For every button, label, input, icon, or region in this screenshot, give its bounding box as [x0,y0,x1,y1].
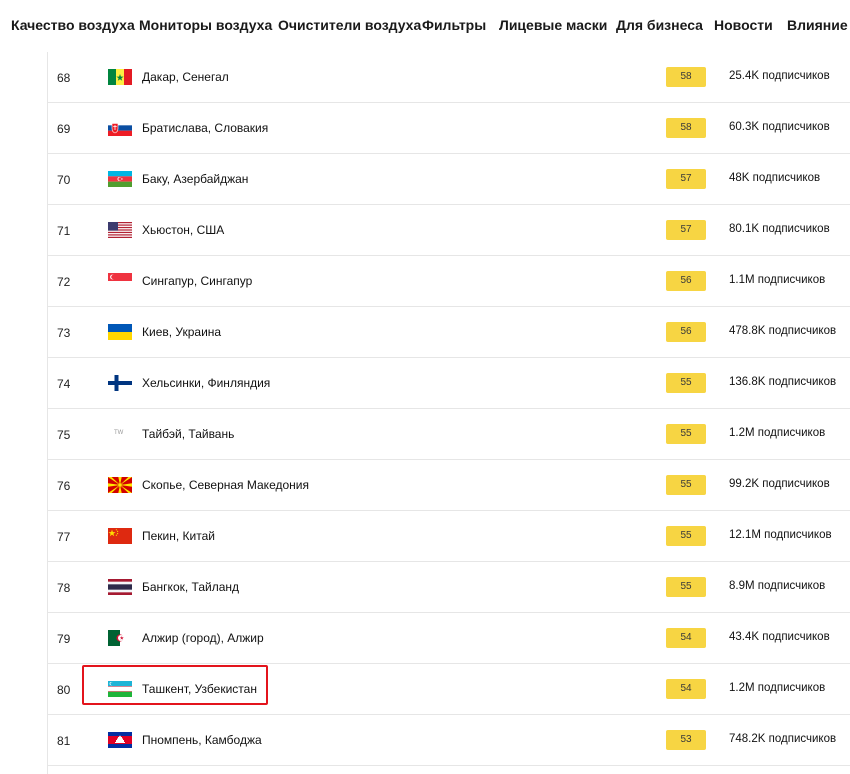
city-name[interactable]: Киев, Украина [142,325,221,339]
top-navigation: Качество воздуха Мониторы воздуха Очисти… [0,0,850,52]
city-name[interactable]: Тайбэй, Тайвань [142,427,234,441]
followers-count: 12.1M подписчиков [729,529,832,541]
table-row[interactable]: 68 Дакар, Сенегал 58 25.4K подписчиков [48,52,850,103]
rank-number: 81 [57,734,71,748]
followers-count: 1.1M подписчиков [729,274,826,286]
table-row[interactable]: 80 Ташкент, Узбекистан 54 1.2M подписчик… [48,664,850,715]
rank-number: 78 [57,581,71,595]
city-name[interactable]: Бангкок, Тайланд [142,580,239,594]
uzbekistan-flag-icon [108,681,132,697]
aqi-badge: 54 [666,679,706,699]
city-name[interactable]: Скопье, Северная Македония [142,478,309,492]
followers-count: 478.8K подписчиков [729,325,837,337]
north-macedonia-flag-icon [108,477,132,493]
cambodia-flag-icon [108,732,132,748]
followers-count: 43.4K подписчиков [729,631,830,643]
rank-number: 68 [57,71,71,85]
table-row[interactable]: 71 Хьюстон, США 57 80.1K подписчиков [48,205,850,256]
followers-count: 8.9M подписчиков [729,580,826,592]
city-name[interactable]: Братислава, Словакия [142,121,268,135]
followers-count: 99.2K подписчиков [729,478,830,490]
table-row[interactable]: 72 Сингапур, Сингапур 56 1.1M подписчико… [48,256,850,307]
table-row[interactable]: 79 Алжир (город), Алжир 54 43.4K подписч… [48,613,850,664]
table-row[interactable]: 73 Киев, Украина 56 478.8K подписчиков [48,307,850,358]
slovakia-flag-icon [108,120,132,136]
table-row[interactable]: 76 Скопье, Северная Македония 55 99.2K п… [48,460,850,511]
followers-count: 1.2M подписчиков [729,427,826,439]
rank-number: 73 [57,326,71,340]
senegal-flag-icon [108,69,132,85]
rank-number: 71 [57,224,71,238]
city-name[interactable]: Пекин, Китай [142,529,215,543]
aqi-badge: 55 [666,373,706,393]
rank-number: 80 [57,683,71,697]
aqi-badge: 55 [666,424,706,444]
nav-news[interactable]: Новости [714,17,773,33]
table-row[interactable]: 74 Хельсинки, Финляндия 55 136.8K подпис… [48,358,850,409]
aqi-badge: 55 [666,475,706,495]
followers-count: 25.4K подписчиков [729,70,830,82]
usa-flag-icon [108,222,132,238]
nav-for-business[interactable]: Для бизнеса [616,17,703,33]
nav-filters[interactable]: Фильтры [422,17,486,33]
followers-count: 48K подписчиков [729,172,821,184]
city-ranking-list: 68 Дакар, Сенегал 58 25.4K подписчиков 6… [47,52,850,774]
singapore-flag-icon [108,273,132,289]
city-name[interactable]: Баку, Азербайджан [142,172,248,186]
rank-number: 77 [57,530,71,544]
city-name[interactable]: Ташкент, Узбекистан [142,682,257,696]
table-row[interactable]: 75 TW Тайбэй, Тайвань 55 1.2M подписчико… [48,409,850,460]
rank-number: 79 [57,632,71,646]
rank-number: 76 [57,479,71,493]
aqi-badge: 56 [666,322,706,342]
rank-number: 70 [57,173,71,187]
followers-count: 80.1K подписчиков [729,223,830,235]
table-row[interactable]: 70 Баку, Азербайджан 57 48K подписчиков [48,154,850,205]
rank-number: 75 [57,428,71,442]
azerbaijan-flag-icon [108,171,132,187]
city-name[interactable]: Алжир (город), Алжир [142,631,264,645]
aqi-badge: 55 [666,526,706,546]
aqi-badge: 58 [666,118,706,138]
aqi-badge: 57 [666,169,706,189]
thailand-flag-icon [108,579,132,595]
city-name[interactable]: Хьюстон, США [142,223,224,237]
aqi-badge: 57 [666,220,706,240]
city-name[interactable]: Пномпень, Камбоджа [142,733,262,747]
finland-flag-icon [108,375,132,391]
aqi-badge: 58 [666,67,706,87]
ukraine-flag-icon [108,324,132,340]
nav-air-quality[interactable]: Качество воздуха [11,17,135,33]
nav-impact[interactable]: Влияние [787,17,848,33]
aqi-badge: 56 [666,271,706,291]
nav-face-masks[interactable]: Лицевые маски [499,17,607,33]
city-name[interactable]: Сингапур, Сингапур [142,274,252,288]
followers-count: 136.8K подписчиков [729,376,837,388]
aqi-badge: 53 [666,730,706,750]
rank-number: 72 [57,275,71,289]
city-name[interactable]: Дакар, Сенегал [142,70,229,84]
followers-count: 1.2M подписчиков [729,682,826,694]
taiwan-flag-icon: TW [108,426,132,442]
flag-placeholder-text: TW [114,430,124,436]
city-name[interactable]: Хельсинки, Финляндия [142,376,270,390]
table-row[interactable]: 69 Братислава, Словакия 58 60.3K подписч… [48,103,850,154]
followers-count: 748.2K подписчиков [729,733,837,745]
table-row[interactable]: 81 Пномпень, Камбоджа 53 748.2K подписчи… [48,715,850,766]
table-row[interactable]: 78 Бангкок, Тайланд 55 8.9M подписчиков [48,562,850,613]
followers-count: 60.3K подписчиков [729,121,830,133]
aqi-badge: 55 [666,577,706,597]
aqi-badge: 54 [666,628,706,648]
nav-air-monitors[interactable]: Мониторы воздуха [139,17,272,33]
table-row[interactable]: 77 Пекин, Китай 55 12.1M подписчиков [48,511,850,562]
algeria-flag-icon [108,630,132,646]
china-flag-icon [108,528,132,544]
nav-air-purifiers[interactable]: Очистители воздуха [278,17,421,33]
rank-number: 74 [57,377,71,391]
rank-number: 69 [57,122,71,136]
